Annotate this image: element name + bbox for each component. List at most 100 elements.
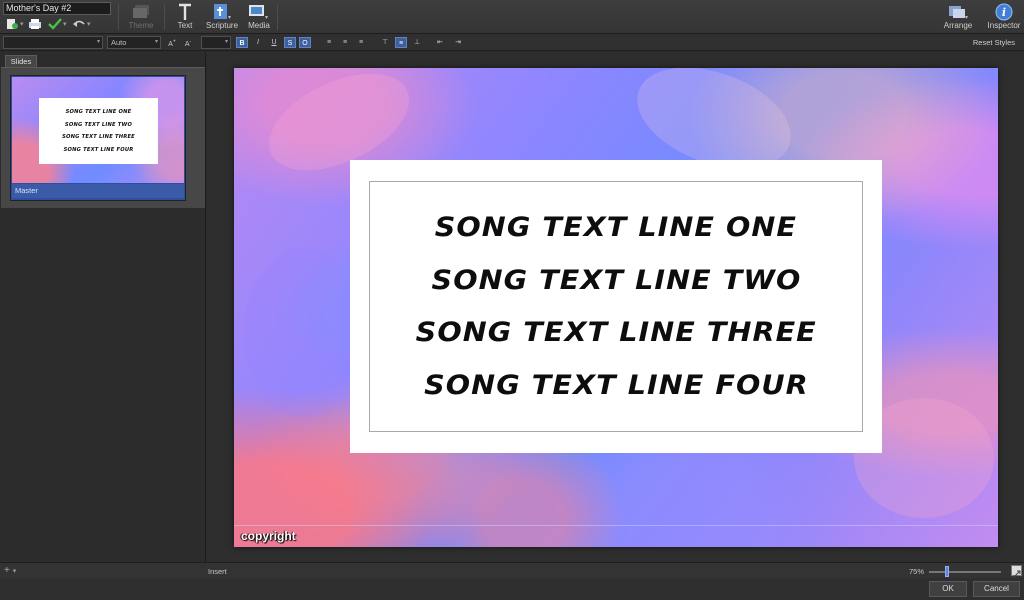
font-family-select[interactable]: ▾ [3, 36, 103, 49]
increase-font-icon: A+ [168, 39, 176, 49]
align-center-button[interactable]: ≡ [339, 37, 351, 48]
media-label: Media [248, 21, 270, 30]
format-bar: ▾ Auto ▾ A+ A- ▾ B I U S O ≡ ≡ ≡ ⊤ ≡ ⊥ ⇤… [0, 34, 1024, 51]
decrease-font-button[interactable]: A- [182, 37, 194, 48]
chevron-down-icon: ▾ [20, 21, 24, 28]
scripture-button[interactable]: ▾ Scripture [206, 2, 238, 32]
lyric-line[interactable]: SONG TEXT LINE FOUR [424, 370, 809, 401]
add-slide-button[interactable]: + ▾ [4, 565, 16, 576]
decrease-font-icon: A- [184, 39, 192, 49]
shadow-button[interactable]: S [284, 37, 296, 48]
arrange-button[interactable]: ▾ Arrange [942, 2, 974, 32]
svg-text:i: i [1002, 6, 1006, 19]
tab-slides[interactable]: Slides [5, 55, 37, 67]
main-toolbar: Mother's Day #2 ▾ ▾ ▾ Theme Text ▾ Scrip… [0, 0, 1024, 34]
chevron-down-icon: ▾ [96, 39, 100, 45]
cancel-button[interactable]: Cancel [973, 581, 1020, 597]
thumbnail-line: SONG TEXT LINE FOUR [63, 147, 134, 154]
ok-button[interactable]: OK [929, 581, 967, 597]
toolbar-divider [277, 4, 278, 30]
status-bar: + ▾ Insert 75% [0, 562, 1024, 579]
align-right-icon: ≡ [358, 39, 364, 46]
media-button[interactable]: ▾ Media [246, 2, 272, 32]
align-left-button[interactable]: ≡ [323, 37, 335, 48]
spellcheck-button[interactable]: ▾ [48, 17, 67, 31]
valign-bottom-button[interactable]: ⊥ [411, 37, 423, 48]
theme-icon [133, 4, 149, 18]
inspector-label: Inspector [987, 21, 1021, 30]
svg-text:▾: ▾ [265, 15, 268, 20]
slides-panel: Slides SONG TEXT LINE ONE SONG TEXT LINE… [0, 52, 206, 562]
zoom-slider[interactable] [929, 571, 1001, 573]
thumbnail-line: SONG TEXT LINE ONE [65, 108, 132, 115]
arrange-icon: ▾ [949, 6, 968, 20]
zoom-slider-handle[interactable] [945, 566, 949, 577]
align-right-button[interactable]: ≡ [355, 37, 367, 48]
valign-bottom-icon: ⊥ [413, 39, 421, 46]
slide-thumbnail[interactable]: SONG TEXT LINE ONE SONG TEXT LINE TWO SO… [10, 75, 186, 201]
dialog-button-bar: OK Cancel [0, 578, 1024, 600]
valign-top-icon: ⊤ [381, 39, 389, 46]
toolbar-divider [118, 4, 119, 30]
lyrics-text-box[interactable]: SONG TEXT LINE ONE SONG TEXT LINE TWO SO… [350, 160, 882, 453]
reset-styles-button[interactable]: Reset Styles [973, 38, 1015, 47]
safe-area-guide [234, 525, 998, 526]
indent-increase-icon: ⇥ [455, 39, 461, 46]
font-size-select[interactable]: Auto ▾ [107, 36, 161, 49]
increase-font-button[interactable]: A+ [166, 37, 178, 48]
slide-canvas[interactable]: SONG TEXT LINE ONE SONG TEXT LINE TWO SO… [234, 68, 998, 547]
undo-button[interactable]: ▾ [72, 17, 91, 31]
italic-button[interactable]: I [252, 37, 264, 48]
slide-thumbnail-preview: SONG TEXT LINE ONE SONG TEXT LINE TWO SO… [12, 77, 184, 183]
chevron-down-icon: ▾ [154, 39, 158, 45]
text-label: Text [177, 21, 193, 30]
inspector-button[interactable]: i Inspector [986, 2, 1022, 32]
editor-canvas: SONG TEXT LINE ONE SONG TEXT LINE TWO SO… [207, 52, 1024, 562]
slide-thumbnail-label: Master [12, 184, 184, 198]
thumbnail-text-box: SONG TEXT LINE ONE SONG TEXT LINE TWO SO… [39, 98, 158, 164]
undo-icon [73, 20, 85, 27]
toolbar-divider [164, 4, 165, 30]
new-button[interactable]: ▾ [5, 17, 24, 31]
lyric-line[interactable]: SONG TEXT LINE THREE [415, 317, 816, 348]
lyrics-text-frame[interactable]: SONG TEXT LINE ONE SONG TEXT LINE TWO SO… [369, 181, 863, 432]
document-title-field[interactable]: Mother's Day #2 [3, 2, 111, 15]
chevron-down-icon: ▾ [10, 568, 17, 575]
print-button[interactable] [28, 17, 42, 31]
outline-button[interactable]: O [299, 37, 311, 48]
bold-button[interactable]: B [236, 37, 248, 48]
media-icon: ▾ [249, 5, 268, 20]
theme-button[interactable]: Theme [126, 2, 156, 32]
lyric-line[interactable]: SONG TEXT LINE ONE [435, 212, 797, 243]
valign-top-button[interactable]: ⊤ [379, 37, 391, 48]
insert-mode-label: Insert [208, 567, 227, 576]
svg-text:▾: ▾ [965, 15, 968, 20]
thumbnail-line: SONG TEXT LINE THREE [62, 134, 135, 141]
valign-middle-button[interactable]: ≡ [395, 37, 407, 48]
indent-decrease-icon: ⇤ [437, 39, 443, 46]
plus-icon: + [4, 565, 10, 576]
zoom-level: 75% [909, 567, 925, 576]
text-button[interactable]: Text [174, 2, 196, 32]
chevron-down-icon: ▾ [224, 39, 228, 45]
info-icon: i [995, 3, 1013, 20]
underline-button[interactable]: U [268, 37, 280, 48]
arrange-label: Arrange [943, 21, 973, 30]
theme-label: Theme [128, 21, 154, 30]
lyric-line[interactable]: SONG TEXT LINE TWO [431, 265, 801, 296]
indent-increase-button[interactable]: ⇥ [452, 37, 464, 48]
text-tool-icon [179, 3, 191, 20]
scripture-label: Scripture [206, 21, 239, 30]
spellcheck-icon [48, 18, 62, 30]
printer-icon [29, 19, 41, 29]
text-color-select[interactable]: ▾ [201, 36, 231, 49]
indent-decrease-button[interactable]: ⇤ [434, 37, 446, 48]
fit-to-window-button[interactable] [1011, 565, 1022, 579]
chevron-down-icon: ▾ [87, 21, 91, 28]
new-document-icon [7, 19, 18, 29]
chevron-down-icon: ▾ [63, 21, 67, 28]
font-size-value: Auto [111, 38, 127, 47]
svg-text:▾: ▾ [228, 15, 231, 20]
slides-list: SONG TEXT LINE ONE SONG TEXT LINE TWO SO… [1, 67, 205, 208]
copyright-text[interactable]: copyright [241, 529, 296, 543]
